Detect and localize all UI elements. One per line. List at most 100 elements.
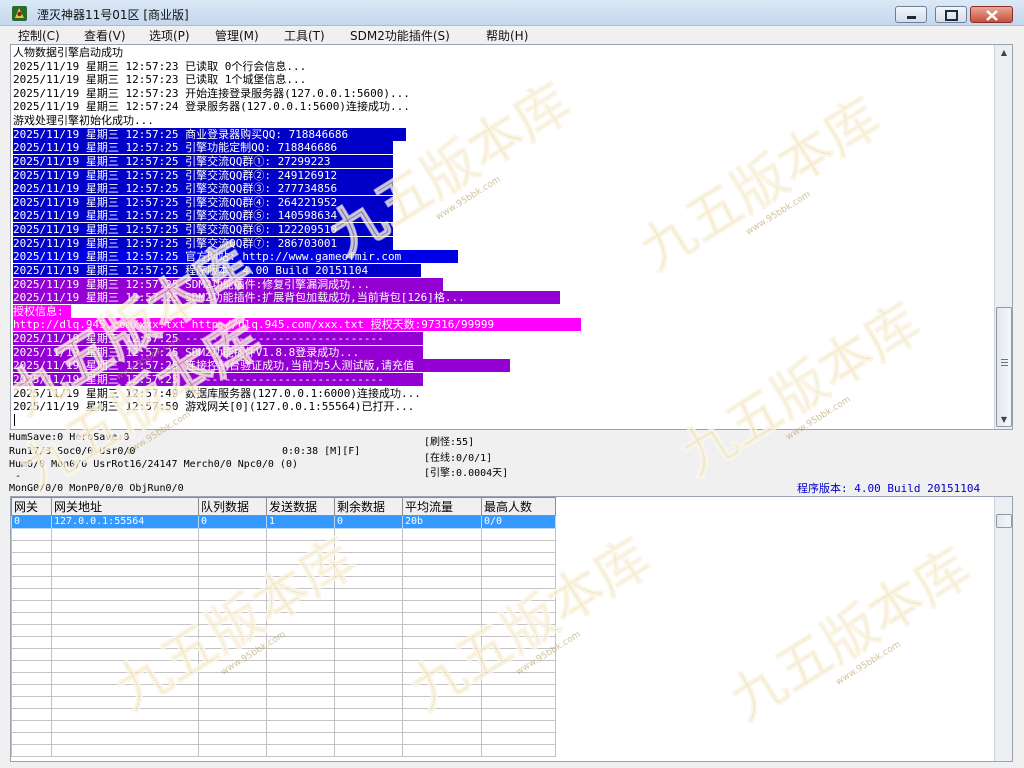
uptime-status: 0:0:38 [M][F]: [282, 446, 361, 457]
maximize-button[interactable]: [935, 6, 967, 23]
program-version-label: 程序版本: 4.00 Build 20151104: [797, 482, 981, 495]
table-cell: [334, 672, 403, 685]
log-scroll-thumb[interactable]: [996, 307, 1012, 427]
log-scrollbar[interactable]: ▲ ▼: [994, 45, 1012, 429]
table-cell: [11, 744, 52, 757]
column-header[interactable]: 网关地址: [51, 497, 199, 516]
menu-help[interactable]: 帮助(H): [486, 27, 528, 44]
column-header[interactable]: 剩余数据: [334, 497, 403, 516]
log-memo[interactable]: 人物数据引擎启动成功 2025/11/19 星期三 12:57:23 已读取 0个…: [10, 44, 1013, 430]
log-line: 2025/11/19 星期三 12:57:49 数据库服务器(127.0.0.1…: [13, 386, 421, 400]
table-cell: [266, 588, 335, 601]
table-cell: [334, 648, 403, 661]
table-cell: [266, 552, 335, 565]
table-cell: [51, 576, 199, 589]
log-line: 2025/11/19 星期三 12:57:24 登录服务器(127.0.0.1:…: [13, 100, 410, 114]
maximize-icon: [945, 10, 958, 21]
scroll-up-arrow-icon[interactable]: ▲: [996, 45, 1012, 61]
empty-table-row: [11, 684, 556, 697]
close-button[interactable]: [970, 6, 1013, 23]
table-cell: [334, 564, 403, 577]
log-line: 2025/11/19 星期三 12:57:25 引擎交流QQ群④: 264221…: [13, 195, 393, 209]
empty-table-row: [11, 600, 556, 613]
table-cell: [481, 744, 556, 757]
gate-scroll-thumb[interactable]: [996, 514, 1012, 528]
menu-sdm2-plugin[interactable]: SDM2功能插件(S): [350, 27, 450, 44]
table-cell: [11, 720, 52, 733]
table-cell: [198, 528, 267, 541]
table-cell: [11, 708, 52, 721]
table-cell: [11, 540, 52, 553]
menu-manage[interactable]: 管理(M): [215, 27, 259, 44]
refresh-monster-status: [刷怪:55]: [424, 437, 475, 448]
game-app-icon[interactable]: [11, 5, 28, 22]
table-cell: [11, 624, 52, 637]
table-cell: [51, 540, 199, 553]
column-header[interactable]: 最高人数: [481, 497, 556, 516]
table-cell: [198, 648, 267, 661]
empty-table-row: [11, 732, 556, 745]
menu-view[interactable]: 查看(V): [84, 27, 126, 44]
table-cell: [11, 612, 52, 625]
table-cell: [334, 588, 403, 601]
table-cell: 0: [11, 515, 52, 529]
engine-status: [引擎:0.0004天]: [424, 468, 509, 479]
table-cell: [334, 708, 403, 721]
table-cell: [198, 720, 267, 733]
table-cell: [266, 684, 335, 697]
table-cell: [402, 564, 482, 577]
table-cell: [334, 552, 403, 565]
log-line: 游戏处理引擎初始化成功...: [13, 114, 154, 128]
table-cell: [198, 588, 267, 601]
column-header[interactable]: 平均流量: [402, 497, 482, 516]
table-cell: [51, 660, 199, 673]
table-row[interactable]: 0 127.0.0.1:55564 0 1 0 20b 0/0: [11, 515, 556, 529]
gate-scrollbar[interactable]: [994, 497, 1012, 761]
table-cell: [334, 528, 403, 541]
minimize-button[interactable]: [895, 6, 927, 23]
menu-options[interactable]: 选项(P): [149, 27, 190, 44]
log-line: 2025/11/19 星期三 12:57:23 已读取 1个城堡信息...: [13, 73, 307, 87]
table-cell: [481, 564, 556, 577]
table-cell: [51, 672, 199, 685]
empty-table-row: [11, 636, 556, 649]
table-cell: [266, 624, 335, 637]
log-line: 2025/11/19 星期三 12:57:25 商业登录器购买QQ: 71884…: [13, 127, 406, 141]
table-cell: [402, 684, 482, 697]
window-title: 湮灭神器11号01区 [商业版]: [37, 8, 189, 22]
title-bar[interactable]: 湮灭神器11号01区 [商业版]: [0, 0, 1024, 26]
table-cell: [266, 636, 335, 649]
table-cell: [51, 744, 199, 757]
table-cell: [402, 528, 482, 541]
scroll-down-arrow-icon[interactable]: ▼: [996, 412, 1012, 428]
menu-tools[interactable]: 工具(T): [284, 27, 325, 44]
table-cell: [11, 648, 52, 661]
table-cell: [198, 708, 267, 721]
table-cell: [334, 612, 403, 625]
table-cell: [198, 684, 267, 697]
dash-status: -: [15, 471, 22, 482]
column-header[interactable]: 队列数据: [198, 497, 267, 516]
table-cell: [334, 720, 403, 733]
table-cell: [266, 612, 335, 625]
table-cell: [198, 660, 267, 673]
gate-list-view[interactable]: 网关 网关地址 队列数据 发送数据 剩余数据 平均流量 最高人数 0 127.0.0.1:55…: [10, 496, 1013, 762]
table-cell: [402, 660, 482, 673]
table-cell: [51, 624, 199, 637]
column-header[interactable]: 发送数据: [266, 497, 335, 516]
table-cell: [402, 612, 482, 625]
table-cell: [11, 696, 52, 709]
table-cell: [334, 624, 403, 637]
table-cell: [481, 684, 556, 697]
table-cell: [11, 600, 52, 613]
table-cell: [266, 576, 335, 589]
column-header[interactable]: 网关: [11, 497, 52, 516]
table-cell: [402, 588, 482, 601]
log-line: 人物数据引擎启动成功: [13, 46, 123, 59]
empty-table-row: [11, 588, 556, 601]
menu-control[interactable]: 控制(C): [18, 27, 60, 44]
table-cell: [481, 708, 556, 721]
table-cell: 127.0.0.1:55564: [51, 515, 199, 529]
empty-table-row: [11, 528, 556, 541]
log-line: 2025/11/19 星期三 12:57:25 引擎交流QQ群②: 249126…: [13, 168, 393, 182]
